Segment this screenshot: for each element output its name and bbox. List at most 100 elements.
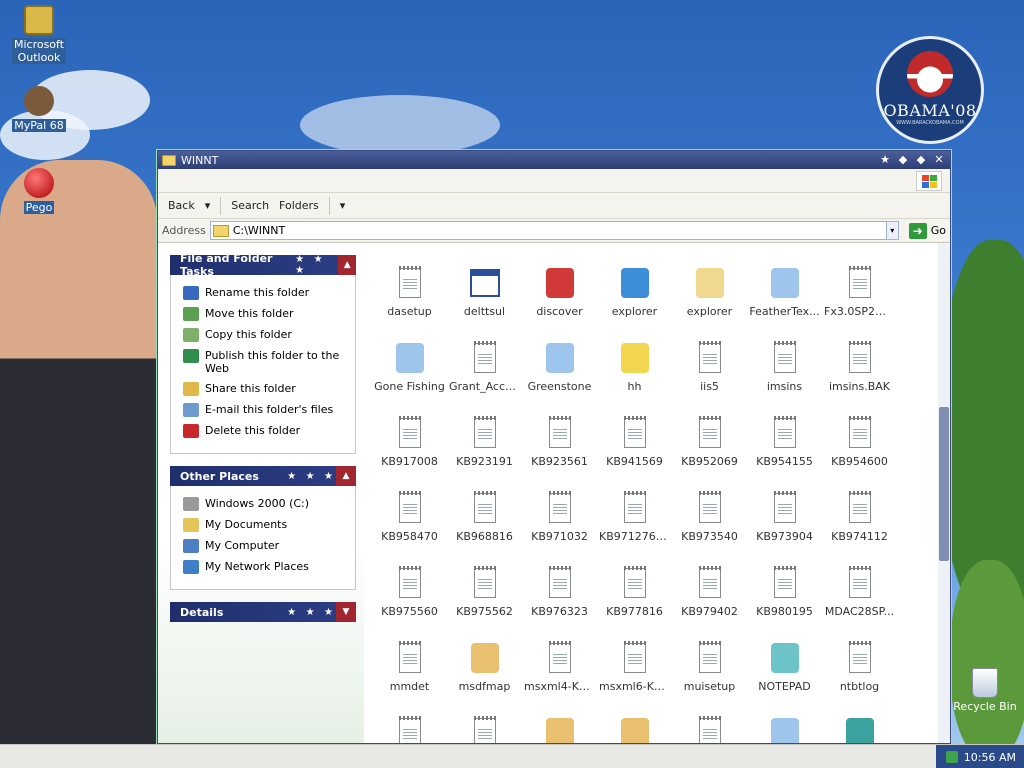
file-item[interactable]: KB923191 <box>447 415 522 490</box>
window-body: File and Folder Tasks ★ ★ ★ ▲ Rename thi… <box>158 243 950 743</box>
file-item[interactable]: KB917008 <box>372 415 447 490</box>
folders-button[interactable]: Folders <box>279 199 319 212</box>
task-link[interactable]: Windows 2000 (C:) <box>183 497 349 511</box>
task-link[interactable]: Delete this folder <box>183 424 349 438</box>
file-item[interactable] <box>597 715 672 743</box>
file-item[interactable] <box>747 715 822 743</box>
network-icon[interactable] <box>945 751 958 763</box>
file-item[interactable]: KB977816 <box>597 565 672 640</box>
back-dropdown-arrow[interactable]: ▾ <box>205 199 211 212</box>
file-item[interactable]: Fx3.0SP2Wi... <box>822 265 897 340</box>
title-bar[interactable]: WINNT ★ ◆ ◆ ✕ <box>158 151 950 169</box>
file-item[interactable]: KB952069 <box>672 415 747 490</box>
collapse-icon[interactable]: ▲ <box>336 466 356 486</box>
file-item[interactable]: MDAC28SP... <box>822 565 897 640</box>
file-item[interactable]: KB971032 <box>522 490 597 565</box>
task-link[interactable]: Publish this folder to the Web <box>183 349 349 375</box>
file-item[interactable]: imsins.BAK <box>822 340 897 415</box>
task-link[interactable]: Move this folder <box>183 307 349 321</box>
file-label: msxml6-KB9... <box>599 680 672 693</box>
file-item[interactable]: imsins <box>747 340 822 415</box>
file-item[interactable]: KB973904 <box>747 490 822 565</box>
desktop-icon-mypal[interactable]: MyPal 68 <box>9 86 69 132</box>
panel-title: Other Places <box>180 469 259 483</box>
panel-header[interactable]: Details ★ ★ ★ ▼ <box>170 602 356 622</box>
file-item[interactable]: KB968816 <box>447 490 522 565</box>
task-icon <box>183 286 199 300</box>
file-item[interactable]: muisetup <box>672 640 747 715</box>
text-file-icon <box>473 491 496 523</box>
collapse-icon[interactable]: ▲ <box>338 255 357 275</box>
file-item[interactable]: KB976323 <box>522 565 597 640</box>
file-item[interactable]: KB958470 <box>372 490 447 565</box>
expand-icon[interactable]: ▼ <box>336 602 356 622</box>
desktop-icon-outlook[interactable]: Microsoft Outlook <box>9 5 69 64</box>
task-link[interactable]: My Documents <box>183 518 349 532</box>
file-item[interactable]: hh <box>597 340 672 415</box>
close-button[interactable]: ✕ <box>932 153 946 167</box>
desktop-icon-pego[interactable]: Pego <box>9 168 69 214</box>
scrollbar-thumb[interactable] <box>939 407 949 561</box>
file-item[interactable]: KB954600 <box>822 415 897 490</box>
file-item[interactable]: delttsul <box>447 265 522 340</box>
file-item[interactable]: KB980195 <box>747 565 822 640</box>
file-item[interactable]: FeatherTex... <box>747 265 822 340</box>
file-item[interactable]: explorer <box>672 265 747 340</box>
file-item[interactable]: mmdet <box>372 640 447 715</box>
file-item[interactable]: KB979402 <box>672 565 747 640</box>
file-item[interactable] <box>372 715 447 743</box>
file-label: Fx3.0SP2Wi... <box>824 305 897 318</box>
vertical-scrollbar[interactable] <box>938 243 950 743</box>
file-item[interactable]: msxml6-KB9... <box>597 640 672 715</box>
file-item[interactable]: msdfmap <box>447 640 522 715</box>
star-button[interactable]: ★ <box>878 153 892 167</box>
minimize-button[interactable]: ◆ <box>896 153 910 167</box>
text-file-icon <box>848 641 871 673</box>
address-value: C:\WINNT <box>232 224 286 237</box>
text-file-icon <box>398 491 421 523</box>
maximize-button[interactable]: ◆ <box>914 153 928 167</box>
file-item[interactable] <box>522 715 597 743</box>
task-link[interactable]: E-mail this folder's files <box>183 403 349 417</box>
task-link[interactable]: Rename this folder <box>183 286 349 300</box>
task-link[interactable]: My Network Places <box>183 560 349 574</box>
file-item[interactable]: discover <box>522 265 597 340</box>
task-icon <box>183 349 199 363</box>
back-button[interactable]: Back <box>168 199 195 212</box>
address-dropdown-button[interactable]: ▾ <box>886 221 899 240</box>
search-button[interactable]: Search <box>231 199 269 212</box>
desktop-icon-recycle-bin[interactable]: Recycle Bin <box>946 668 1024 713</box>
file-item[interactable]: explorer <box>597 265 672 340</box>
file-item[interactable]: KB973540 <box>672 490 747 565</box>
file-item[interactable]: dasetup <box>372 265 447 340</box>
file-item[interactable]: KB975560 <box>372 565 447 640</box>
file-label: NOTEPAD <box>758 680 811 693</box>
file-item[interactable]: NOTEPAD <box>747 640 822 715</box>
panel-header[interactable]: File and Folder Tasks ★ ★ ★ ▲ <box>170 252 357 278</box>
file-item[interactable] <box>672 715 747 743</box>
address-field[interactable]: C:\WINNT <box>209 221 887 240</box>
file-item[interactable]: msxml4-KB9... <box>522 640 597 715</box>
file-item[interactable]: KB975562 <box>447 565 522 640</box>
file-item[interactable]: Grant_Access <box>447 340 522 415</box>
file-item[interactable]: KB923561 <box>522 415 597 490</box>
text-file-icon <box>548 491 571 523</box>
file-item[interactable] <box>447 715 522 743</box>
file-item[interactable]: KB974112 <box>822 490 897 565</box>
file-item[interactable]: KB971276-v3 <box>597 490 672 565</box>
file-item[interactable]: Gone Fishing <box>372 340 447 415</box>
go-button[interactable]: ➜ Go <box>908 222 946 239</box>
views-dropdown-arrow[interactable]: ▾ <box>340 199 346 212</box>
task-link[interactable]: My Computer <box>183 539 349 553</box>
file-item[interactable]: Greenstone <box>522 340 597 415</box>
task-link[interactable]: Share this folder <box>183 382 349 396</box>
file-item[interactable]: KB954155 <box>747 415 822 490</box>
file-item[interactable]: ntbtlog <box>822 640 897 715</box>
file-item[interactable]: KB941569 <box>597 415 672 490</box>
file-item[interactable] <box>822 715 897 743</box>
clock[interactable]: 10:56 AM <box>964 751 1016 764</box>
task-link[interactable]: Copy this folder <box>183 328 349 342</box>
file-item[interactable]: iis5 <box>672 340 747 415</box>
text-file-icon <box>398 641 421 673</box>
panel-header[interactable]: Other Places ★ ★ ★ ▲ <box>170 466 356 486</box>
